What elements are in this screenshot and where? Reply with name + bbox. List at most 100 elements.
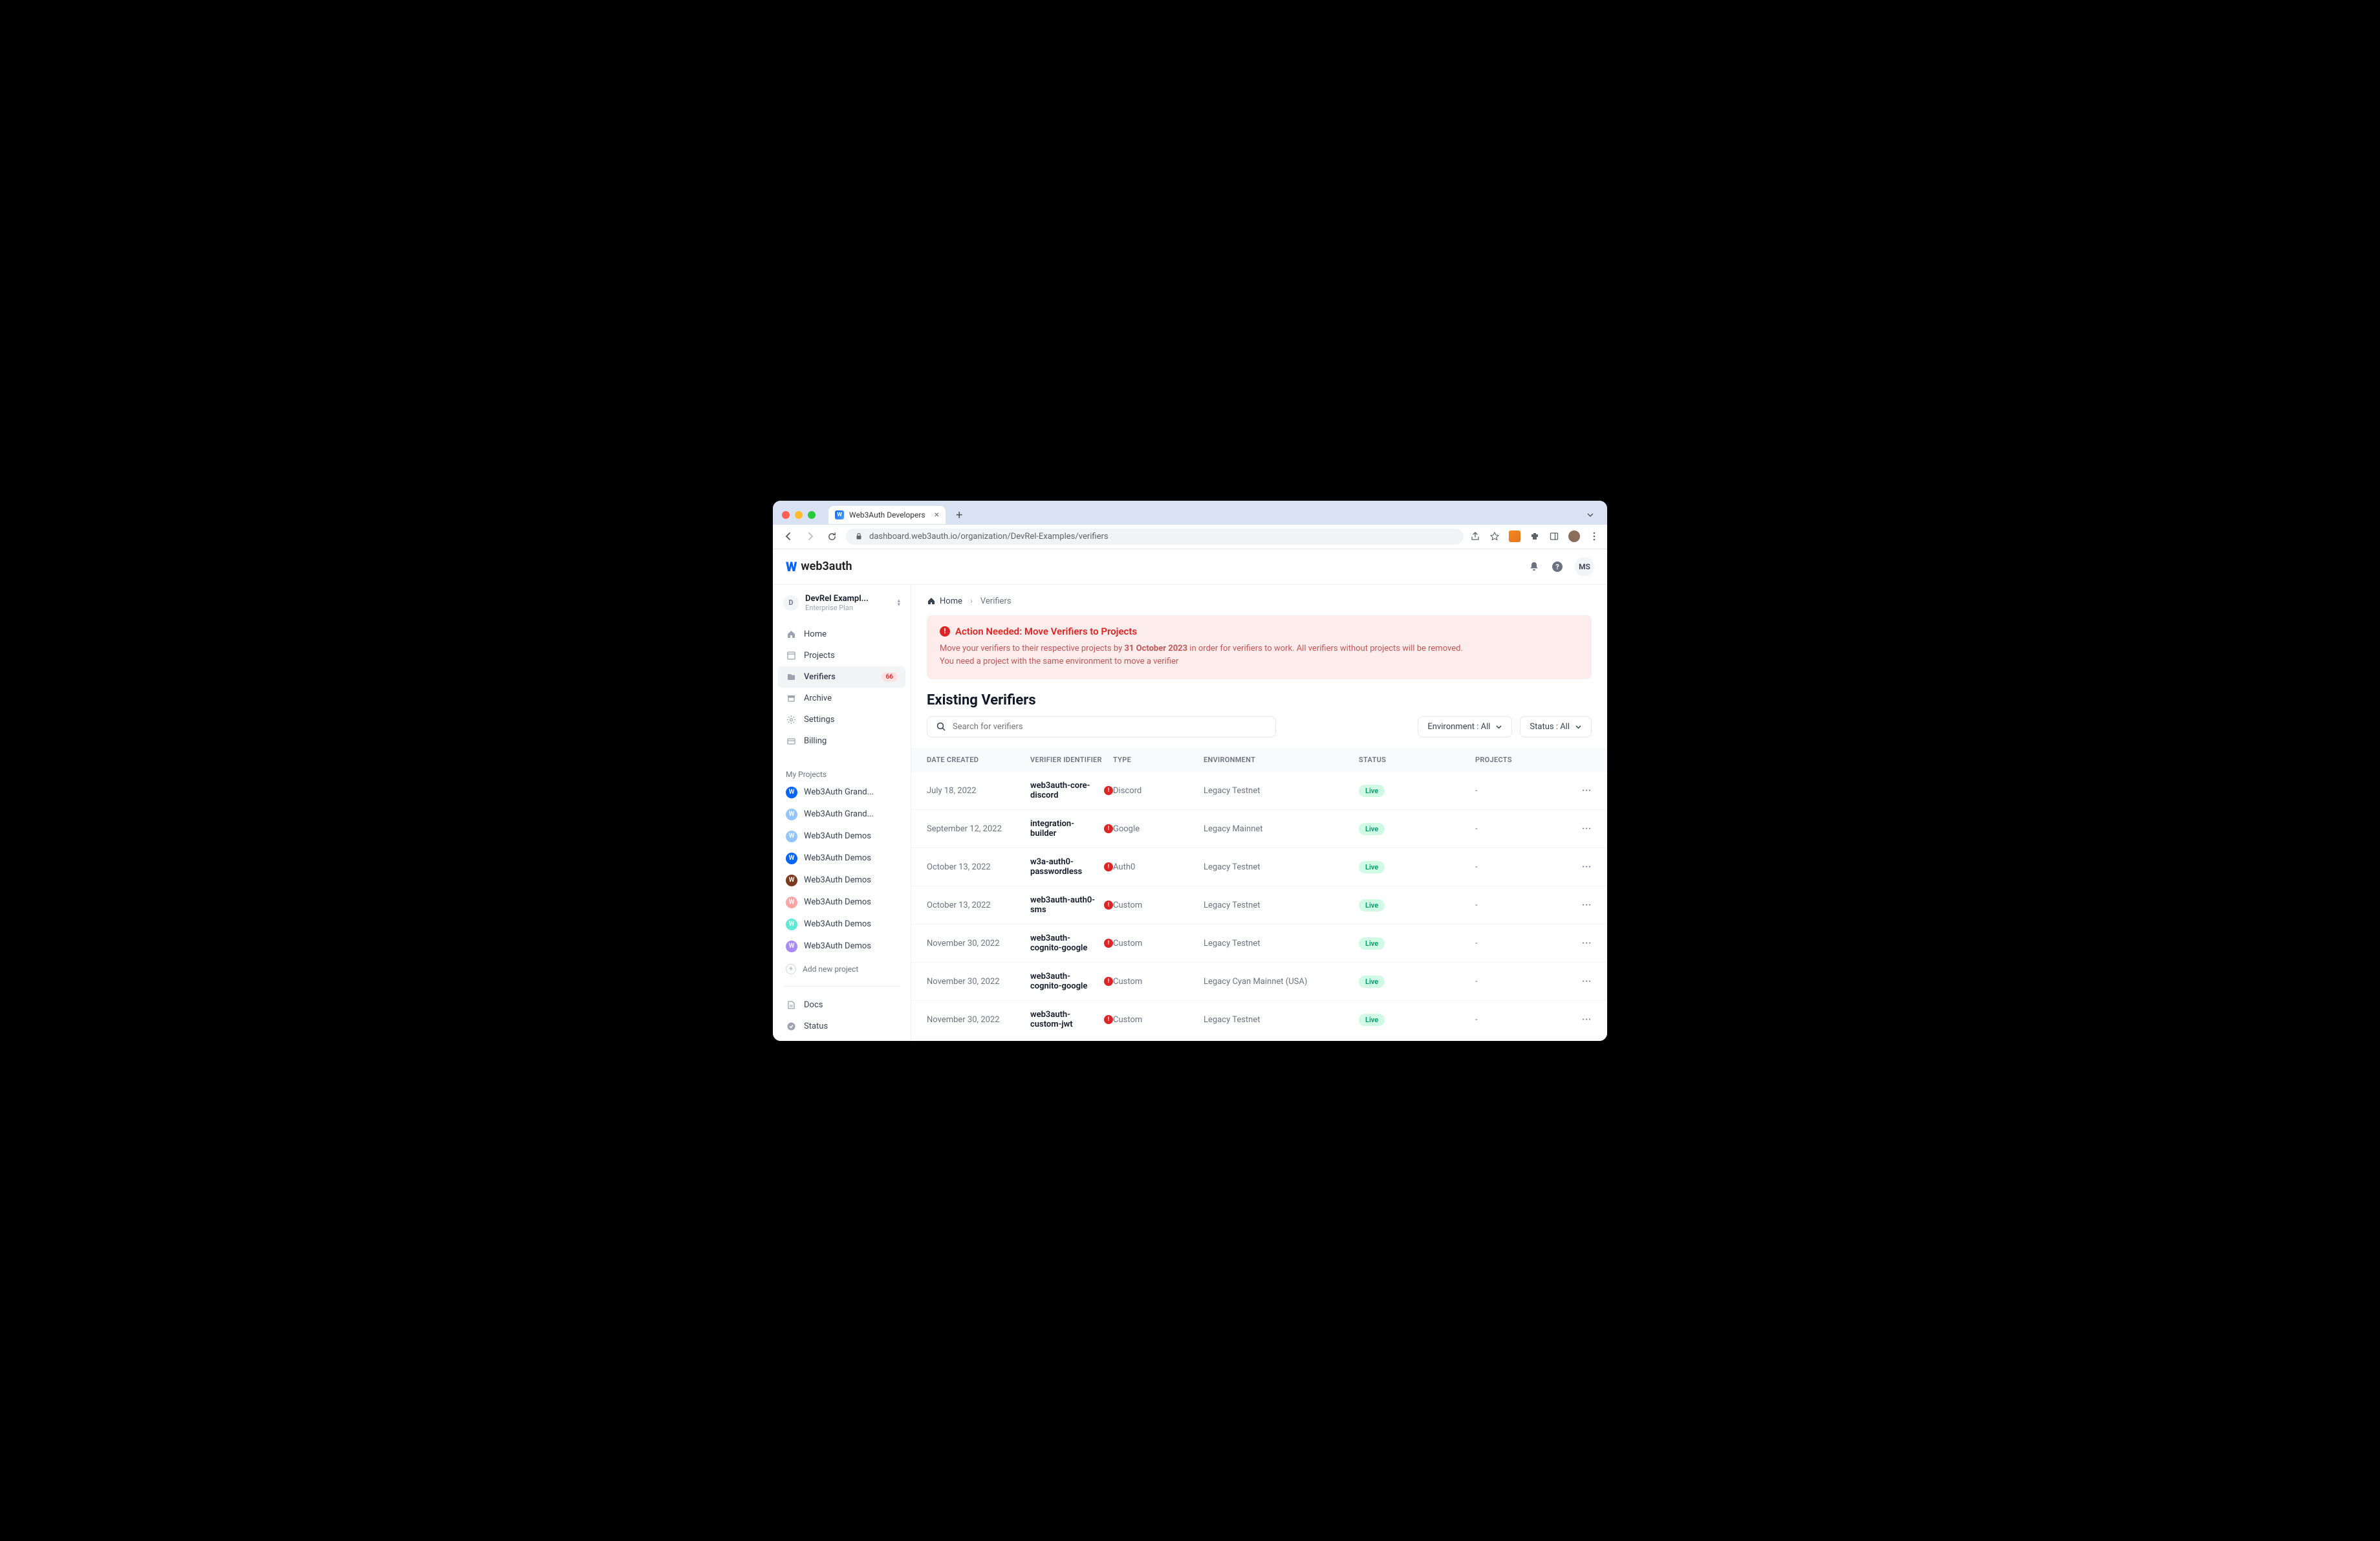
project-avatar: W <box>786 853 797 864</box>
status-badge: Live <box>1359 899 1385 912</box>
environment-filter[interactable]: Environment : All <box>1418 716 1512 738</box>
cell-identifier: web3auth-auth0-sms! <box>1030 895 1113 915</box>
project-avatar: W <box>786 875 797 886</box>
user-avatar[interactable]: MS <box>1575 557 1594 576</box>
search-box[interactable] <box>927 716 1276 738</box>
nav-label: Settings <box>804 715 834 725</box>
table-body: July 18, 2022 web3auth-core-discord! Dis… <box>911 772 1607 1040</box>
alert-banner: ! Action Needed: Move Verifiers to Proje… <box>927 615 1592 680</box>
table-row: October 13, 2022 w3a-auth0-passwordless!… <box>911 848 1607 886</box>
project-item[interactable]: W Web3Auth Grand... <box>773 781 911 803</box>
project-item[interactable]: W Web3Auth Demos <box>773 935 911 957</box>
row-actions-button[interactable]: ··· <box>1553 862 1592 872</box>
maximize-window-button[interactable] <box>808 511 816 519</box>
table-row: November 30, 2022 web3auth-custom-jwt! C… <box>911 1001 1607 1039</box>
notifications-icon[interactable] <box>1528 561 1540 573</box>
nav-badge: 66 <box>882 672 898 682</box>
metamask-icon[interactable] <box>1509 530 1520 542</box>
settings-icon <box>786 715 796 725</box>
home-icon <box>786 629 796 639</box>
sidebar-item-home[interactable]: Home <box>778 624 905 645</box>
panel-icon[interactable] <box>1549 531 1559 541</box>
row-actions-button[interactable]: ··· <box>1553 901 1592 910</box>
url-field[interactable]: dashboard.web3auth.io/organization/DevRe… <box>846 529 1464 545</box>
project-name: Web3Auth Grand... <box>804 787 874 797</box>
row-actions-button[interactable]: ··· <box>1553 824 1592 834</box>
project-item[interactable]: W Web3Auth Grand... <box>773 803 911 825</box>
org-name: DevRel Exampl... <box>805 594 891 604</box>
logo-mark: W <box>786 559 797 574</box>
warning-icon: ! <box>1104 862 1113 871</box>
extensions-icon[interactable] <box>1530 531 1540 541</box>
table-row: November 30, 2022 web3auth-cognito-googl… <box>911 924 1607 963</box>
search-input[interactable] <box>953 722 1266 732</box>
bookmark-icon[interactable] <box>1489 531 1500 541</box>
cell-status: Live <box>1359 937 1475 950</box>
chevron-down-icon <box>1495 723 1502 730</box>
sidebar-item-status[interactable]: Status <box>778 1016 905 1037</box>
org-avatar: D <box>783 595 799 611</box>
status-icon <box>786 1022 796 1031</box>
cell-projects: - <box>1475 901 1553 910</box>
table-row: October 13, 2022 web3auth-auth0-sms! Cus… <box>911 886 1607 924</box>
close-tab-button[interactable]: × <box>935 510 939 520</box>
back-button[interactable] <box>781 530 796 543</box>
status-badge: Live <box>1359 823 1385 835</box>
cell-status: Live <box>1359 823 1475 835</box>
project-item[interactable]: W Web3Auth Demos <box>773 891 911 913</box>
sidebar-item-projects[interactable]: Projects <box>778 645 905 666</box>
project-avatar: W <box>786 809 797 820</box>
org-selector[interactable]: D DevRel Exampl... Enterprise Plan ▴▾ <box>773 585 911 621</box>
sidebar-item-settings[interactable]: Settings <box>778 709 905 730</box>
breadcrumb-home[interactable]: Home <box>927 596 962 606</box>
new-tab-button[interactable]: + <box>951 506 968 525</box>
project-item[interactable]: W Web3Auth Demos <box>773 913 911 935</box>
row-actions-button[interactable]: ··· <box>1553 786 1592 796</box>
status-filter[interactable]: Status : All <box>1520 716 1592 738</box>
warning-icon: ! <box>1104 939 1113 948</box>
project-item[interactable]: W Web3Auth Demos <box>773 869 911 891</box>
project-avatar: W <box>786 831 797 842</box>
cell-date: November 30, 2022 <box>927 977 1030 987</box>
table-row: November 30, 2022 web3auth-custom-jwt! C… <box>911 1039 1607 1040</box>
cell-date: October 13, 2022 <box>927 862 1030 872</box>
sidebar-item-docs[interactable]: Docs <box>778 994 905 1016</box>
cell-status: Live <box>1359 976 1475 988</box>
project-item[interactable]: W Web3Auth Demos <box>773 825 911 847</box>
cell-date: November 30, 2022 <box>927 1015 1030 1025</box>
user-initials: MS <box>1579 562 1590 571</box>
breadcrumb-current: Verifiers <box>980 596 1012 606</box>
sidebar-item-verifiers[interactable]: Verifiers 66 <box>778 666 905 688</box>
minimize-window-button[interactable] <box>795 511 803 519</box>
close-window-button[interactable] <box>782 511 790 519</box>
row-actions-button[interactable]: ··· <box>1553 977 1592 987</box>
cell-identifier: web3auth-cognito-google! <box>1030 972 1113 991</box>
tab-overflow-button[interactable] <box>1580 508 1601 521</box>
billing-icon <box>786 736 796 746</box>
cell-identifier: w3a-auth0-passwordless! <box>1030 857 1113 877</box>
sidebar-item-billing[interactable]: Billing <box>778 730 905 752</box>
profile-avatar-icon[interactable] <box>1568 530 1580 542</box>
org-info: DevRel Exampl... Enterprise Plan <box>805 594 891 612</box>
sidebar-item-archive[interactable]: Archive <box>778 688 905 709</box>
cell-status: Live <box>1359 861 1475 873</box>
project-avatar: W <box>786 897 797 908</box>
browser-menu-icon[interactable] <box>1589 531 1599 541</box>
reload-button[interactable] <box>825 530 839 543</box>
logo[interactable]: W web3auth <box>786 559 852 574</box>
forward-button[interactable] <box>803 530 818 543</box>
app-header: W web3auth ? MS <box>773 549 1607 585</box>
help-icon[interactable]: ? <box>1552 561 1563 573</box>
tab-favicon: W <box>835 510 844 519</box>
cell-projects: - <box>1475 1015 1553 1025</box>
row-actions-button[interactable]: ··· <box>1553 1015 1592 1025</box>
sidebar-footer: Docs Status <box>773 981 911 1041</box>
add-project-button[interactable]: + Add new project <box>773 957 911 981</box>
nav-label: Status <box>804 1022 828 1031</box>
cell-environment: Legacy Cyan Mainnet (USA) <box>1204 977 1359 987</box>
row-actions-button[interactable]: ··· <box>1553 939 1592 948</box>
app-body: D DevRel Exampl... Enterprise Plan ▴▾ Ho… <box>773 585 1607 1041</box>
share-icon[interactable] <box>1470 531 1480 541</box>
project-item[interactable]: W Web3Auth Demos <box>773 847 911 869</box>
browser-tab[interactable]: W Web3Auth Developers × <box>828 506 946 524</box>
